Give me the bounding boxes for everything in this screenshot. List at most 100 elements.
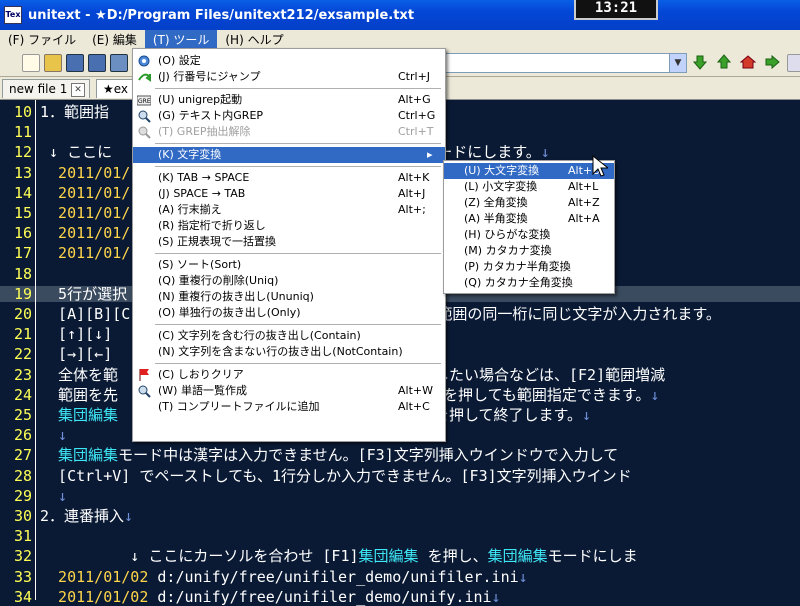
home-icon[interactable]: [739, 54, 757, 70]
line-number: 28: [13, 466, 32, 485]
menu-item-label: (T) コンプリートファイルに追加: [158, 400, 320, 413]
gutter-divider: [35, 100, 36, 600]
text-segment: 2011/01/: [40, 163, 131, 182]
tools-menu-item[interactable]: (T) コンプリートファイルに追加 Alt+C: [133, 399, 445, 415]
line-number: 17: [13, 244, 32, 263]
menu-file[interactable]: (F) ファイル: [0, 30, 84, 48]
line-number: 32: [13, 547, 32, 566]
text-segment: 集団編集: [40, 406, 119, 424]
gear-icon: [137, 54, 151, 68]
editor-line[interactable]: 29 ↓: [0, 488, 800, 504]
line-number: 24: [13, 385, 32, 404]
magnifier-disabled-icon: [137, 125, 151, 139]
editor-line[interactable]: 33 2011/01/02 d:/unify/free/unifiler_dem…: [0, 569, 800, 585]
menu-item-label: (S) 正規表現で一括置換: [158, 235, 277, 248]
menu-item-shortcut: Ctrl+T: [398, 125, 434, 138]
tools-menu-item[interactable]: (K) 文字変換 ▸: [133, 147, 445, 163]
text-segment: モードにしま: [547, 547, 638, 566]
text-segment: ↓ ここに: [40, 143, 113, 162]
convert-submenu-item[interactable]: (H) ひらがな変換: [444, 227, 614, 243]
convert-submenu-item[interactable]: (L) 小文字変換 Alt+L: [444, 179, 614, 195]
line-text: 集団編集モード中は漢字は入力できません。[F3]文字列挿入ウインドウで入力して: [40, 447, 618, 463]
menu-item-label: (K) TAB → SPACE: [158, 171, 250, 184]
convert-submenu-item[interactable]: (U) 大文字変換 Alt+U: [444, 163, 614, 179]
print-icon[interactable]: [110, 54, 128, 72]
menu-item-label: (W) 単語一覧作成: [158, 384, 247, 397]
search-combo[interactable]: ▼: [445, 53, 687, 73]
convert-submenu-item[interactable]: (P) カタカナ半角変換: [444, 259, 614, 275]
convert-submenu-item[interactable]: (A) 半角変換 Alt+A: [444, 211, 614, 227]
grep-icon: GREP: [136, 93, 155, 107]
tools-menu-item[interactable]: (J) SPACE → TAB Alt+J: [133, 186, 445, 202]
text-segment: [→][←]: [40, 345, 113, 364]
tools-menu-item[interactable]: (J) 行番号にジャンプ Ctrl+J: [133, 69, 445, 85]
menu-item-label: (A) 行末揃え: [158, 203, 222, 216]
menu-item-label: (Z) 全角変換: [464, 196, 528, 209]
text-segment: 2011/01/02: [40, 587, 149, 606]
text-segment: を押し、: [418, 547, 488, 566]
tools-menu-item[interactable]: (S) ソート(Sort): [133, 257, 445, 273]
open-folder-icon[interactable]: [44, 54, 62, 72]
line-text: ↓: [40, 488, 67, 504]
tools-menu-item[interactable]: (C) しおりクリア: [133, 367, 445, 383]
tools-menu-item[interactable]: (A) 行末揃え Alt+;: [133, 202, 445, 218]
tools-menu-item[interactable]: (G) テキスト内GREP Ctrl+G: [133, 108, 445, 124]
tools-menu-item[interactable]: (S) 正規表現で一括置換: [133, 234, 445, 250]
tools-menu-item[interactable]: (N) 文字列を含まない行の抜き出し(NotContain): [133, 344, 445, 360]
title-bar[interactable]: Tex unitext - ★D:/Program Files/unitext2…: [0, 0, 800, 30]
menu-item-label: (J) 行番号にジャンプ: [158, 70, 261, 83]
grep-toolbar-icon[interactable]: [787, 54, 800, 72]
editor-line[interactable]: 31: [0, 528, 800, 544]
save-icon[interactable]: [66, 54, 84, 72]
tools-menu-item[interactable]: (C) 文字列を含む行の抜き出し(Contain): [133, 328, 445, 344]
tools-menu-item[interactable]: (N) 重複行の抜き出し(Ununiq): [133, 289, 445, 305]
tools-menu-item[interactable]: (Q) 重複行の削除(Uniq): [133, 273, 445, 289]
convert-submenu-item[interactable]: (M) カタカナ変換: [444, 243, 614, 259]
arrow-up-green-icon[interactable]: [716, 54, 732, 70]
line-text: 2011/01/: [40, 225, 130, 241]
tools-menu-item[interactable]: GREP (U) unigrep起動 Alt+G: [133, 92, 445, 108]
menu-help[interactable]: (H) ヘルプ: [217, 30, 291, 48]
editor-line[interactable]: 28 [Ctrl+V] でペーストしても、1行分しか入力できません。[F3]文字…: [0, 468, 800, 484]
menu-item-label: (O) 単独行の抜き出し(Only): [158, 306, 301, 319]
menu-item-label: (A) 半角変換: [464, 212, 528, 225]
text-segment: 集団編集: [487, 547, 548, 566]
tab-exsample[interactable]: ★ex: [96, 79, 136, 98]
menu-edit[interactable]: (E) 編集: [84, 30, 145, 48]
text-segment: 集団編集: [40, 446, 119, 465]
tools-menu-item[interactable]: (O) 設定: [133, 53, 445, 69]
menu-item-label: (R) 指定桁で折り返し: [158, 219, 266, 232]
line-number: 33: [13, 567, 32, 586]
menu-tools[interactable]: (T) ツール: [144, 30, 218, 48]
editor-line[interactable]: 30 2．連番挿入↓: [0, 508, 800, 524]
text-segment: [↑][↓]: [40, 325, 113, 344]
tools-menu-item[interactable]: (W) 単語一覧作成 Alt+W: [133, 383, 445, 399]
new-file-icon[interactable]: [22, 54, 40, 72]
editor-line[interactable]: 27 集団編集モード中は漢字は入力できません。[F3]文字列挿入ウインドウで入力…: [0, 447, 800, 463]
text-segment: モード中は漢字は入力できません。[F3]文字列挿入ウインドウで入力して: [118, 446, 619, 465]
chevron-down-icon[interactable]: ▼: [669, 54, 686, 72]
app-icon[interactable]: Tex: [4, 6, 22, 24]
editor-line[interactable]: 34 2011/01/02 d:/unify/free/unifiler_dem…: [0, 589, 800, 605]
text-segment: 2011/01/: [40, 224, 131, 243]
menu-item-label: (L) 小文字変換: [464, 180, 538, 193]
menu-item-label: (N) 文字列を含まない行の抜き出し(NotContain): [158, 345, 403, 358]
menu-bar: (F) ファイル (E) 編集 (T) ツール (H) ヘルプ: [0, 30, 800, 48]
line-number: 29: [13, 486, 32, 505]
editor-line[interactable]: 32 ↓ ここにカーソルを合わせ [F1]集団編集 を押し、集団編集モードにしま: [0, 548, 800, 564]
arrow-down-green-icon[interactable]: [692, 54, 708, 70]
tools-menu-item[interactable]: (R) 指定桁で折り返し: [133, 218, 445, 234]
menu-separator: [155, 166, 441, 167]
menu-item-label: (H) ひらがな変換: [464, 228, 551, 241]
tab-new-file-1[interactable]: new file 1 ✕: [2, 79, 90, 98]
close-icon[interactable]: ✕: [71, 83, 85, 97]
line-number: 30: [13, 507, 32, 525]
convert-submenu-item[interactable]: (Z) 全角変換 Alt+Z: [444, 195, 614, 211]
convert-submenu-item[interactable]: (Q) カタカナ全角変換: [444, 275, 614, 291]
arrow-right-green-icon[interactable]: [764, 54, 780, 70]
tools-menu-item[interactable]: (K) TAB → SPACE Alt+K: [133, 170, 445, 186]
menu-item-shortcut: Ctrl+G: [398, 109, 436, 122]
submenu-arrow-icon: ▸: [427, 148, 433, 161]
tools-menu-item[interactable]: (O) 単独行の抜き出し(Only): [133, 305, 445, 321]
save-as-icon[interactable]: [88, 54, 106, 72]
